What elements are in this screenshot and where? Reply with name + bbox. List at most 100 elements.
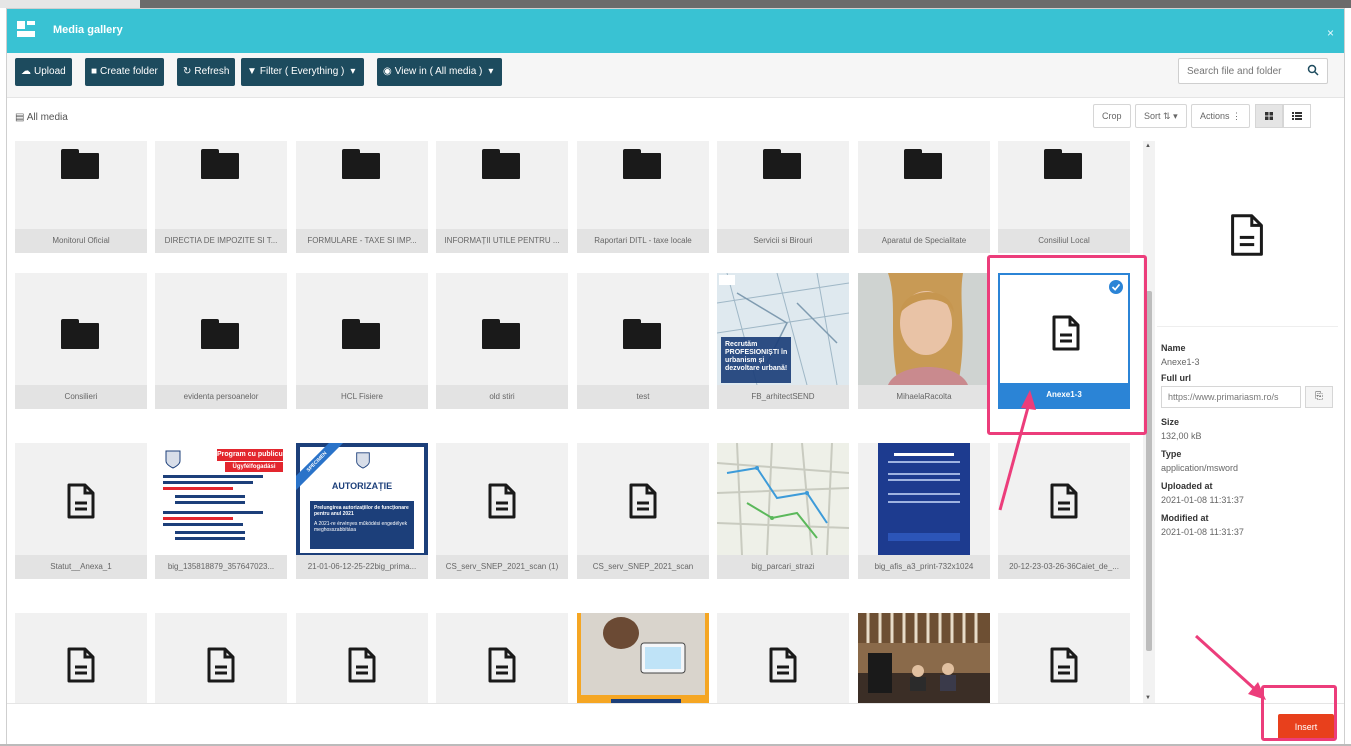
view-in-label: View in ( All media ) xyxy=(394,66,483,77)
item-label: big_afis_a3_print-732x1024 xyxy=(858,555,990,579)
document-item[interactable] xyxy=(998,613,1130,703)
modified-value: 2021-01-08 11:31:37 xyxy=(1161,527,1244,537)
folder-icon xyxy=(482,149,520,179)
coat-of-arms-icon xyxy=(165,450,181,469)
scroll-up-icon[interactable]: ▲ xyxy=(1145,143,1151,149)
document-item[interactable]: 20-12-23-03-26-36Caiet_de_... xyxy=(998,443,1130,579)
image-item[interactable] xyxy=(577,613,709,703)
folder-item[interactable]: HCL Fisiere xyxy=(296,273,428,409)
document-item[interactable] xyxy=(155,613,287,703)
folder-item[interactable]: evidenta persoanelor xyxy=(155,273,287,409)
item-label: evidenta persoanelor xyxy=(155,385,287,409)
item-label: FB_arhitectSEND xyxy=(717,385,849,409)
search-input[interactable] xyxy=(1179,59,1299,83)
folder-item[interactable]: INFORMAȚII UTILE PENTRU ... xyxy=(436,141,568,253)
item-label: HCL Fisiere xyxy=(296,385,428,409)
item-label: Anexe1-3 xyxy=(1000,383,1128,407)
full-url-label: Full url xyxy=(1161,373,1191,383)
item-label: INFORMAȚII UTILE PENTRU ... xyxy=(436,229,568,253)
list-view-button[interactable] xyxy=(1283,104,1311,128)
document-item[interactable] xyxy=(717,613,849,703)
image-item[interactable]: Program cu publicul Ügyfélfogadási big_1… xyxy=(155,443,287,579)
item-label: big_135818879_357647023... xyxy=(155,555,287,579)
document-item[interactable]: CS_serv_SNEP_2021_scan (1) xyxy=(436,443,568,579)
crop-button[interactable]: Crop xyxy=(1093,104,1131,128)
recruit-banner-text: Recrutăm PROFESIONIȘTI în urbanism și de… xyxy=(725,341,788,372)
size-value: 132,00 kB xyxy=(1161,431,1202,441)
upload-button[interactable]: ☁ Upload xyxy=(15,58,72,86)
insert-button[interactable]: Insert xyxy=(1278,714,1334,740)
folder-item[interactable]: Monitorul Oficial xyxy=(15,141,147,253)
folder-item[interactable]: Servicii si Birouri xyxy=(717,141,849,253)
refresh-label: Refresh xyxy=(194,66,230,77)
council-meeting-thumbnail xyxy=(858,613,990,703)
document-item[interactable] xyxy=(296,613,428,703)
folder-item[interactable]: old stiri xyxy=(436,273,568,409)
document-icon xyxy=(629,483,657,519)
item-label: big_parcari_strazi xyxy=(717,555,849,579)
create-folder-button[interactable]: ■ Create folder xyxy=(85,58,164,86)
copy-url-button[interactable]: ⎘ xyxy=(1305,386,1333,408)
image-item[interactable]: big_afis_a3_print-732x1024 xyxy=(858,443,990,579)
type-label: Type xyxy=(1161,449,1182,459)
actions-dropdown[interactable]: Actions ⋮ xyxy=(1191,104,1251,128)
scroll-down-icon[interactable]: ▼ xyxy=(1145,695,1151,701)
name-label: Name xyxy=(1161,343,1186,353)
folder-item[interactable]: Consiliul Local xyxy=(998,141,1130,253)
actions-label: Actions xyxy=(1200,111,1230,121)
gallery-logo-icon xyxy=(17,21,37,39)
home-icon: ▤ xyxy=(15,112,27,123)
filter-icon: ▼ xyxy=(247,66,257,77)
document-icon xyxy=(488,647,516,683)
item-label: CS_serv_SNEP_2021_scan xyxy=(577,555,709,579)
close-icon[interactable]: × xyxy=(1327,26,1334,40)
top-strip-dark xyxy=(140,0,1351,8)
map-thumbnail xyxy=(717,443,849,555)
breadcrumb[interactable]: ▤ All media xyxy=(15,112,68,123)
document-icon xyxy=(67,483,95,519)
document-icon xyxy=(1231,214,1263,256)
image-item[interactable] xyxy=(858,613,990,703)
folder-icon xyxy=(904,149,942,179)
image-item[interactable]: MihaelaRacolta xyxy=(858,273,990,409)
footer: Insert xyxy=(7,703,1344,745)
selected-document-item[interactable]: Anexe1-3 xyxy=(998,273,1130,409)
window-title: Media gallery xyxy=(53,24,123,36)
item-label: 21-01-06-12-25-22big_prima... xyxy=(296,555,428,579)
image-item[interactable]: SPECIMEN AUTORIZAȚIE Prelungirea autoriz… xyxy=(296,443,428,579)
folder-item[interactable]: DIRECTIA DE IMPOZITE SI T... xyxy=(155,141,287,253)
document-item[interactable] xyxy=(15,613,147,703)
tablet-photo-thumbnail xyxy=(581,613,705,703)
document-icon xyxy=(207,647,235,683)
sort-icon: ⇅ xyxy=(1163,111,1171,121)
image-item[interactable]: Recrutăm PROFESIONIȘTI în urbanism și de… xyxy=(717,273,849,409)
grid-view-icon xyxy=(1265,112,1273,120)
program-title: Program cu publicul xyxy=(217,449,283,461)
folder-item[interactable]: FORMULARE - TAXE SI IMP... xyxy=(296,141,428,253)
document-item[interactable]: CS_serv_SNEP_2021_scan xyxy=(577,443,709,579)
folder-icon xyxy=(342,149,380,179)
image-item[interactable]: big_parcari_strazi xyxy=(717,443,849,579)
type-value: application/msword xyxy=(1161,463,1239,473)
view-in-dropdown[interactable]: ◉ View in ( All media ) ▾ xyxy=(377,58,503,86)
folder-icon xyxy=(342,319,380,349)
upload-label: Upload xyxy=(34,66,66,77)
folder-icon xyxy=(623,149,661,179)
document-item[interactable] xyxy=(436,613,568,703)
sort-dropdown[interactable]: Sort ⇅ ▾ xyxy=(1135,104,1187,128)
folder-item[interactable]: test xyxy=(577,273,709,409)
search-icon[interactable] xyxy=(1307,64,1319,76)
folder-item[interactable]: Consilieri xyxy=(15,273,147,409)
caret-down-icon: ▾ xyxy=(350,66,356,77)
document-item[interactable]: Statut__Anexa_1 xyxy=(15,443,147,579)
scrollbar-thumb[interactable] xyxy=(1146,291,1152,651)
refresh-button[interactable]: ↻ Refresh xyxy=(177,58,236,86)
full-url-field[interactable]: https://www.primariasm.ro/s xyxy=(1161,386,1301,408)
grid-scrollbar[interactable]: ▲ ▼ xyxy=(1143,141,1155,703)
document-icon xyxy=(769,647,797,683)
filter-dropdown[interactable]: ▼ Filter ( Everything ) ▾ xyxy=(241,58,365,86)
folder-item[interactable]: Aparatul de Specialitate xyxy=(858,141,990,253)
item-label: CS_serv_SNEP_2021_scan (1) xyxy=(436,555,568,579)
grid-view-button[interactable] xyxy=(1255,104,1283,128)
folder-item[interactable]: Raportari DITL - taxe locale xyxy=(577,141,709,253)
